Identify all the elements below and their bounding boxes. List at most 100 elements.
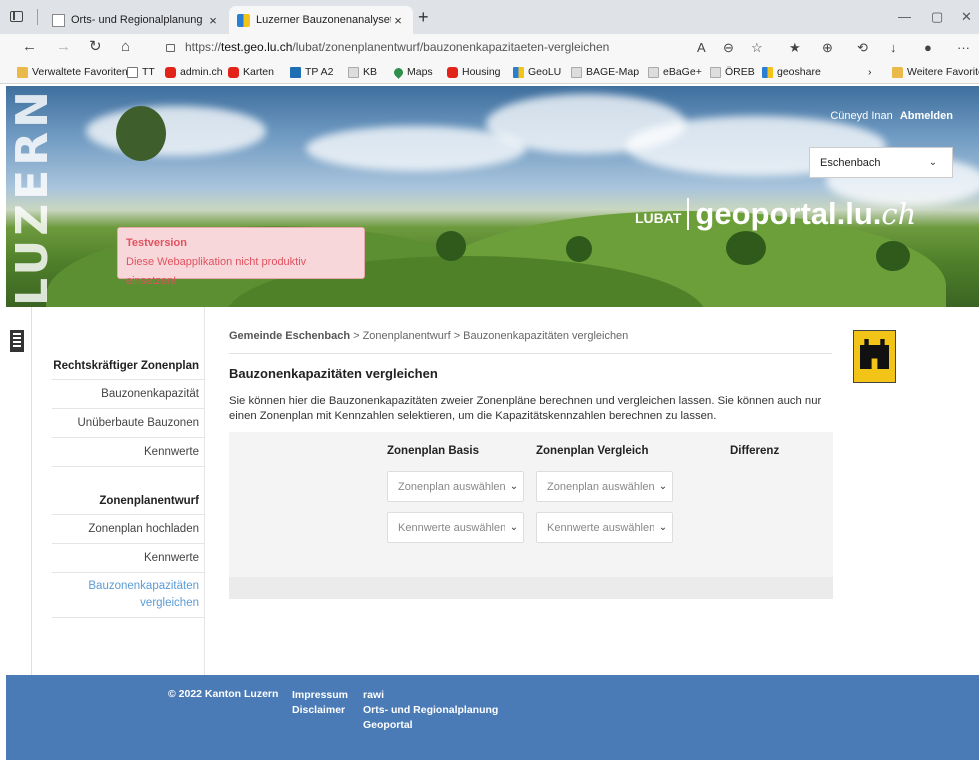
comparison-panel: Zonenplan Basis Zonenplan Vergleich Diff… bbox=[229, 432, 833, 599]
swiss-cross-icon bbox=[228, 66, 239, 78]
tab-luzerner-bauzonenanalysetool[interactable]: Luzerner Bauzonenanalysetool ( × bbox=[229, 6, 413, 34]
select-placeholder: Zonenplan auswählen bbox=[398, 480, 505, 493]
close-window-icon[interactable]: ✕ bbox=[961, 9, 972, 25]
favorite-label: ÖREB bbox=[725, 66, 755, 78]
chevron-down-icon: ⌄ bbox=[509, 522, 519, 533]
page-icon bbox=[127, 66, 138, 78]
zoom-icon[interactable]: ⊖ bbox=[723, 40, 734, 56]
restore-icon[interactable]: ▢ bbox=[931, 9, 943, 25]
sidebar-item-bauzonenkapazitaeten-vergleichen[interactable]: Bauzonenkapazitäten vergleichen bbox=[52, 573, 205, 618]
add-favorite-icon[interactable]: ☆ bbox=[751, 40, 763, 56]
favorite-weitere[interactable]: Weitere Favoriten bbox=[892, 66, 979, 78]
footer-links-col2: rawi Orts- und Regionalplanung Geoportal bbox=[363, 688, 498, 733]
close-tab-icon[interactable]: × bbox=[391, 13, 405, 28]
favorite-label: Housing bbox=[462, 66, 501, 78]
test-version-alert: Testversion Diese Webapplikation nicht p… bbox=[117, 227, 365, 287]
folder-icon bbox=[892, 66, 903, 78]
footer-link-orts-regionalplanung[interactable]: Orts- und Regionalplanung bbox=[363, 703, 498, 718]
map-pin-icon bbox=[392, 65, 405, 79]
left-divider bbox=[31, 307, 32, 675]
footer-link-geoportal[interactable]: Geoportal bbox=[363, 718, 498, 733]
favorite-maps[interactable]: Maps bbox=[392, 65, 433, 79]
brand-geo-text: geoportal.lu. bbox=[695, 196, 882, 231]
profile-icon[interactable]: ● bbox=[924, 40, 932, 55]
brand-geoportal: geoportal.lu.ch bbox=[695, 196, 916, 231]
favorite-housing[interactable]: Housing bbox=[447, 66, 501, 78]
tab-orts-regionalplanung[interactable]: Orts- und Regionalplanung (TES × bbox=[44, 6, 228, 34]
sidebar-item-zonenplan-hochladen[interactable]: Zonenplan hochladen bbox=[52, 515, 205, 544]
chevron-down-icon: ⌄ bbox=[509, 481, 519, 492]
zonenplan-basis-select[interactable]: Zonenplan auswählen ⌄ bbox=[387, 471, 524, 502]
luzern-logo: LUZERN bbox=[6, 86, 58, 307]
page-icon bbox=[52, 13, 65, 27]
back-icon[interactable]: ← bbox=[22, 39, 37, 55]
gemeinde-select[interactable]: Eschenbach ⌄ bbox=[809, 147, 953, 178]
sidebar-item-unueberbaute-bauzonen[interactable]: Unüberbaute Bauzonen bbox=[52, 409, 205, 438]
new-tab-icon[interactable]: + bbox=[418, 8, 429, 26]
tree bbox=[726, 231, 766, 265]
logout-link[interactable]: Abmelden bbox=[900, 110, 953, 122]
favorite-kb[interactable]: KB bbox=[348, 66, 377, 78]
page-icon bbox=[648, 66, 659, 78]
close-tab-icon[interactable]: × bbox=[206, 13, 220, 28]
favorite-verwaltete[interactable]: Verwaltete Favoriten bbox=[17, 66, 128, 78]
url-field[interactable]: https://test.geo.lu.ch/lubat/zonenplanen… bbox=[166, 40, 609, 54]
page-icon bbox=[348, 66, 359, 78]
favorite-label: geoshare bbox=[777, 66, 821, 78]
user-name: Cüneyd Inan bbox=[830, 110, 893, 122]
footer-link-disclaimer[interactable]: Disclaimer bbox=[292, 703, 348, 718]
favorites-overflow-icon[interactable]: › bbox=[868, 66, 872, 78]
url-prefix: https:// bbox=[185, 40, 222, 54]
tab-actions-icon[interactable] bbox=[10, 11, 23, 22]
breadcrumb-gemeinde[interactable]: Gemeinde Eschenbach bbox=[229, 330, 350, 342]
history-icon[interactable]: ⟲ bbox=[857, 40, 868, 56]
downloads-icon[interactable]: ↓ bbox=[890, 40, 897, 55]
zonenplan-vergleich-select[interactable]: Zonenplan auswählen ⌄ bbox=[536, 471, 673, 502]
footer-link-impressum[interactable]: Impressum bbox=[292, 688, 348, 703]
alert-title: Testversion bbox=[126, 237, 187, 249]
minimize-icon[interactable]: — bbox=[898, 9, 911, 24]
gemeinde-select-value: Eschenbach bbox=[820, 156, 881, 169]
favorites-icon[interactable]: ★ bbox=[789, 40, 801, 56]
panel-footer bbox=[229, 577, 833, 599]
tab-separator bbox=[37, 9, 38, 25]
home-icon[interactable]: ⌂ bbox=[121, 39, 130, 55]
cloud bbox=[86, 106, 266, 156]
favorite-label: Verwaltete Favoriten bbox=[32, 66, 128, 78]
tree bbox=[116, 106, 166, 161]
footer-link-rawi[interactable]: rawi bbox=[363, 688, 498, 703]
breadcrumb: Gemeinde Eschenbach > Zonenplanentwurf >… bbox=[229, 330, 832, 354]
favorite-label: eBaGe+ bbox=[663, 66, 702, 78]
lock-icon bbox=[166, 44, 175, 52]
favorite-label: KB bbox=[363, 66, 378, 78]
favorite-bage-map[interactable]: BAGE-Map bbox=[571, 66, 639, 78]
favorite-ebage[interactable]: eBaGe+ bbox=[648, 66, 702, 78]
kennwerte-vergleich-select[interactable]: Kennwerte auswählen ⌄ bbox=[536, 512, 673, 543]
favorite-geolu[interactable]: GeoLU bbox=[513, 66, 561, 78]
chevron-down-icon: ⌄ bbox=[928, 157, 938, 168]
select-placeholder: Kennwerte auswählen bbox=[547, 521, 654, 534]
collections-icon[interactable]: ⊕ bbox=[822, 40, 833, 56]
more-icon[interactable]: ··· bbox=[957, 40, 970, 55]
sidebar-item-bauzonenkapazitaet[interactable]: Bauzonenkapazität bbox=[52, 380, 205, 409]
sidebar-item-entwurf-kennwerte[interactable]: Kennwerte bbox=[52, 544, 205, 573]
read-aloud-icon[interactable]: A bbox=[697, 40, 706, 55]
folder-icon bbox=[17, 66, 28, 78]
column-header-differenz: Differenz bbox=[730, 445, 780, 457]
tp-icon bbox=[290, 66, 301, 78]
footer-copyright: © 2022 Kanton Luzern bbox=[168, 688, 279, 700]
favorite-geoshare[interactable]: geoshare bbox=[762, 66, 821, 78]
favorite-label: Weitere Favoriten bbox=[907, 66, 979, 78]
address-bar: ← → ↻ ⌂ https://test.geo.lu.ch/lubat/zon… bbox=[0, 34, 979, 62]
reload-icon[interactable]: ↻ bbox=[89, 39, 102, 55]
luzern-logo-text: LUZERN bbox=[6, 87, 58, 306]
favorite-oereb[interactable]: ÖREB bbox=[710, 66, 755, 78]
favorite-karten[interactable]: Karten bbox=[228, 66, 274, 78]
kennwerte-basis-select[interactable]: Kennwerte auswählen ⌄ bbox=[387, 512, 524, 543]
favorite-tpa2[interactable]: TP A2 bbox=[290, 66, 333, 78]
brand-lubat: LUBAT bbox=[635, 210, 682, 226]
favorite-tt[interactable]: TT bbox=[127, 66, 155, 78]
favorite-admin[interactable]: admin.ch bbox=[165, 66, 223, 78]
sidebar-item-kennwerte[interactable]: Kennwerte bbox=[52, 438, 205, 467]
